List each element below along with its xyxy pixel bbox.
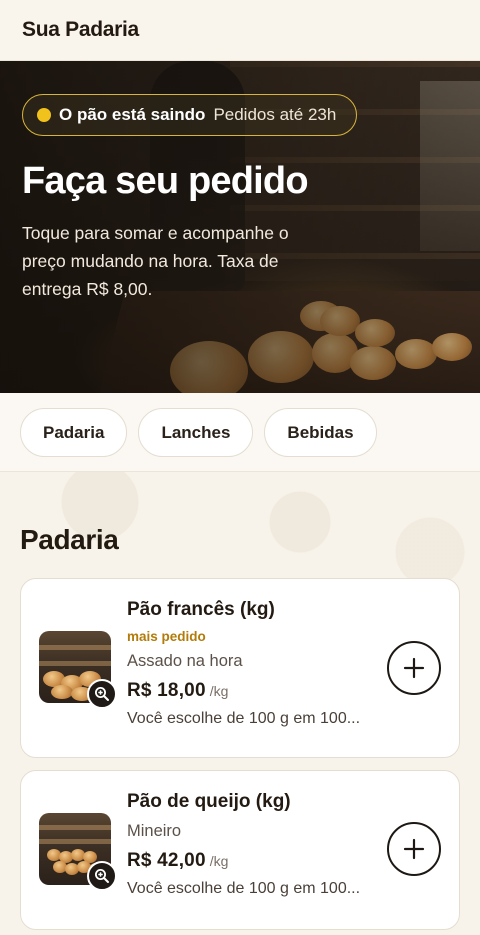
product-image-shelf	[39, 825, 111, 830]
status-text: O pão está saindo	[59, 105, 206, 124]
hero-content: O pão está saindo Pedidos até 23h Faça s…	[22, 94, 458, 303]
product-note: Você escolhe de 100 g em 100...	[127, 880, 361, 897]
section-title: Padaria	[20, 524, 119, 555]
product-name: Pão francês (kg)	[127, 599, 275, 620]
hero-description: Toque para somar e acompanhe o preço mud…	[22, 223, 289, 299]
product-description: Mineiro	[127, 822, 182, 840]
product-badge: mais pedido	[127, 629, 206, 644]
zoom-in-icon[interactable]	[87, 679, 117, 709]
product-price-row: R$ 18,00 /kg	[127, 680, 375, 702]
add-button[interactable]	[387, 822, 441, 876]
tab-lanches[interactable]: Lanches	[138, 408, 254, 457]
zoom-in-icon[interactable]	[87, 861, 117, 891]
plus-icon	[403, 838, 425, 860]
product-info: Pão francês (kg) mais pedido Assado na h…	[127, 599, 375, 728]
top-bar: Sua Padaria	[0, 0, 480, 61]
product-card[interactable]: Pão francês (kg) mais pedido Assado na h…	[20, 578, 460, 758]
brand-name[interactable]: Sua Padaria	[22, 18, 139, 42]
status-hours: Pedidos até 23h	[213, 105, 337, 124]
product-unit: /kg	[209, 853, 229, 869]
product-name: Pão de queijo (kg)	[127, 791, 291, 812]
add-button[interactable]	[387, 641, 441, 695]
product-unit: /kg	[209, 683, 229, 699]
product-info: Pão de queijo (kg) Mineiro R$ 42,00 /kg …	[127, 791, 375, 898]
tab-padaria[interactable]: Padaria	[20, 408, 128, 457]
tab-bebidas[interactable]: Bebidas	[264, 408, 377, 457]
status-dot-icon	[37, 108, 51, 122]
padaria-section: Padaria Pão francês (kg) mais pedido Ass…	[0, 472, 480, 935]
product-image-shelf	[39, 839, 111, 844]
category-tabs: Padaria Lanches Bebidas	[0, 393, 480, 472]
product-price: R$ 42,00	[127, 850, 206, 871]
product-card[interactable]: Pão de queijo (kg) Mineiro R$ 42,00 /kg …	[20, 770, 460, 930]
product-description: Assado na hora	[127, 652, 243, 670]
plus-icon	[403, 657, 425, 679]
product-image-shelf	[39, 645, 111, 650]
product-price-row: R$ 42,00 /kg	[127, 850, 375, 872]
product-image-bread	[51, 685, 73, 699]
page-title: Faça seu pedido	[22, 160, 309, 202]
product-image-shelf	[39, 661, 111, 666]
product-price: R$ 18,00	[127, 680, 206, 701]
status-badge: O pão está saindo Pedidos até 23h	[22, 94, 358, 136]
hero-banner: O pão está saindo Pedidos até 23h Faça s…	[0, 61, 480, 393]
product-note: Você escolhe de 100 g em 100...	[127, 710, 361, 727]
